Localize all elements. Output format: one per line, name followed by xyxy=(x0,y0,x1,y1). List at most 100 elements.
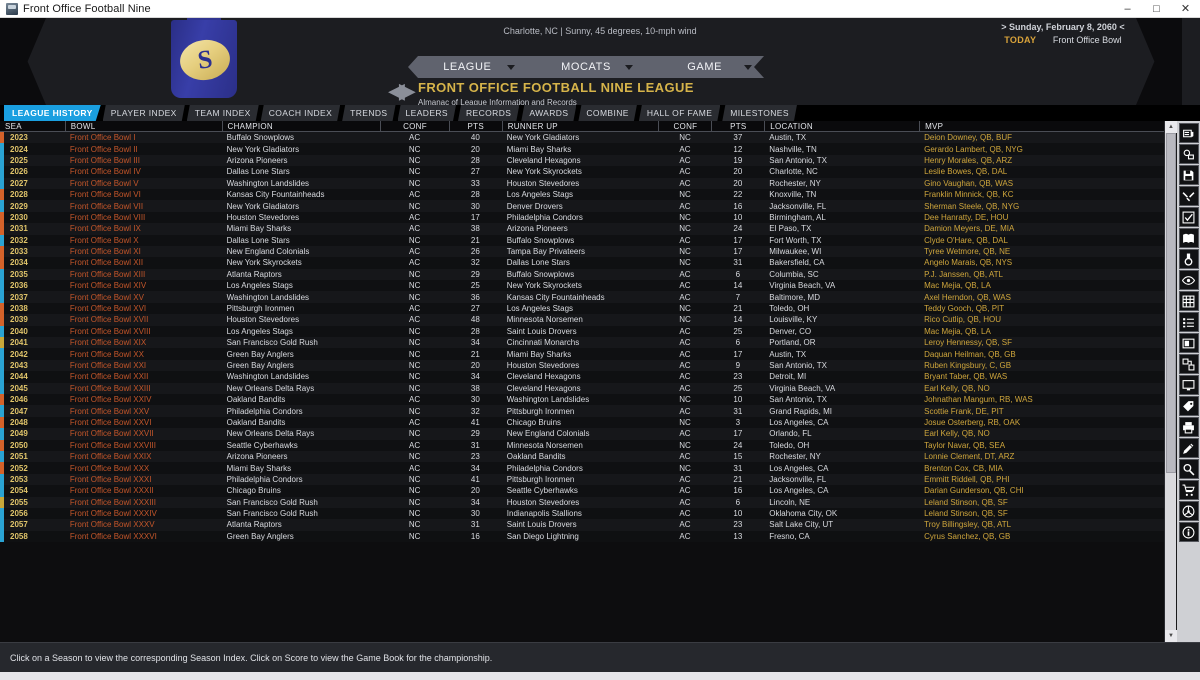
cell-pts-2[interactable]: 17 xyxy=(711,235,764,246)
checkbox-icon[interactable] xyxy=(1178,207,1199,227)
cell-pts-2[interactable]: 17 xyxy=(711,348,764,359)
cell-pts-2[interactable]: 22 xyxy=(711,189,764,200)
printer-icon[interactable] xyxy=(1178,417,1199,437)
table-row[interactable]: 2030 Front Office Bowl VIII Houston Steved… xyxy=(0,211,1164,224)
depth-chart-icon[interactable] xyxy=(1178,354,1199,374)
cell-pts-1[interactable]: 20 xyxy=(449,360,502,371)
cell-season[interactable]: 2040 xyxy=(0,326,65,337)
table-row[interactable]: 2049 Front Office Bowl XXVII New Orleans D… xyxy=(0,428,1164,440)
cell-pts-1[interactable]: 27 xyxy=(449,166,502,177)
cell-pts-1[interactable]: 38 xyxy=(449,223,502,234)
tab-milestones[interactable]: MILESTONES xyxy=(722,105,797,121)
cell-pts-2[interactable]: 7 xyxy=(711,291,764,302)
table-row[interactable]: 2036 Front Office Bowl XIV Los Angeles Sta… xyxy=(0,280,1164,292)
cell-pts-2[interactable]: 10 xyxy=(711,508,764,519)
info-icon[interactable] xyxy=(1178,522,1199,542)
cell-pts-1[interactable]: 30 xyxy=(449,200,502,211)
cell-pts-1[interactable]: 30 xyxy=(449,394,502,405)
cell-pts-2[interactable]: 14 xyxy=(711,280,764,291)
cell-pts-2[interactable]: 6 xyxy=(711,497,764,508)
cell-pts-2[interactable]: 24 xyxy=(711,440,764,451)
cell-pts-2[interactable]: 3 xyxy=(711,417,764,428)
cell-pts-2[interactable]: 16 xyxy=(711,485,764,496)
cell-pts-2[interactable]: 16 xyxy=(711,200,764,211)
cell-season[interactable]: 2023 xyxy=(0,132,65,143)
cell-pts-1[interactable]: 16 xyxy=(449,531,502,542)
eye-icon[interactable] xyxy=(1178,270,1199,290)
table-row[interactable]: 2055 Front Office Bowl XXXIII San Francisc… xyxy=(0,496,1164,508)
cell-pts-1[interactable]: 41 xyxy=(449,417,502,428)
table-row[interactable]: 2040 Front Office Bowl XVIII Los Angeles S… xyxy=(0,325,1164,338)
table-row[interactable]: 2029 Front Office Bowl VII New York Gladia… xyxy=(0,200,1164,212)
cell-pts-1[interactable]: 28 xyxy=(449,155,502,166)
minimize-button[interactable]: – xyxy=(1113,0,1142,17)
cell-season[interactable]: 2045 xyxy=(0,383,65,394)
cell-pts-2[interactable]: 31 xyxy=(711,405,764,416)
table-row[interactable]: 2024 Front Office Bowl II New York Gladiat… xyxy=(0,143,1164,155)
cell-pts-2[interactable]: 23 xyxy=(711,519,764,530)
cell-season[interactable]: 2042 xyxy=(0,348,65,359)
cell-season[interactable]: 2051 xyxy=(0,451,65,462)
cell-pts-2[interactable]: 24 xyxy=(711,223,764,234)
cell-pts-1[interactable]: 30 xyxy=(449,508,502,519)
table-row[interactable]: 2028 Front Office Bowl VI Kansas City Foun… xyxy=(0,188,1164,201)
cell-pts-2[interactable]: 25 xyxy=(711,383,764,394)
cell-season[interactable]: 2027 xyxy=(0,178,65,189)
cell-pts-1[interactable]: 25 xyxy=(449,280,502,291)
cell-pts-1[interactable]: 17 xyxy=(449,212,502,223)
cell-season[interactable]: 2024 xyxy=(0,143,65,154)
cell-pts-2[interactable]: 6 xyxy=(711,269,764,280)
cell-pts-1[interactable]: 34 xyxy=(449,371,502,382)
tab-coach-index[interactable]: COACH INDEX xyxy=(261,105,340,121)
tab-league-history[interactable]: LEAGUE HISTORY xyxy=(4,105,101,121)
table-row[interactable]: 2025 Front Office Bowl III Arizona Pioneer… xyxy=(0,154,1164,167)
col-header-pts-2[interactable]: PTS xyxy=(711,121,764,131)
cell-pts-2[interactable]: 17 xyxy=(711,246,764,257)
cell-season[interactable]: 2038 xyxy=(0,303,65,314)
cell-pts-2[interactable]: 20 xyxy=(711,166,764,177)
cell-pts-1[interactable]: 20 xyxy=(449,485,502,496)
tab-leaders[interactable]: LEADERS xyxy=(398,105,456,121)
cell-season[interactable]: 2057 xyxy=(0,519,65,530)
cell-pts-2[interactable]: 37 xyxy=(711,132,764,143)
cell-season[interactable]: 2037 xyxy=(0,291,65,302)
cell-pts-2[interactable]: 17 xyxy=(711,428,764,439)
cell-pts-2[interactable]: 31 xyxy=(711,257,764,268)
cell-pts-2[interactable]: 9 xyxy=(711,360,764,371)
cell-pts-1[interactable]: 36 xyxy=(449,291,502,302)
tab-team-index[interactable]: TEAM INDEX xyxy=(187,105,259,121)
cell-season[interactable]: 2031 xyxy=(0,223,65,234)
tab-trends[interactable]: TRENDS xyxy=(342,105,395,121)
cell-pts-1[interactable]: 21 xyxy=(449,235,502,246)
col-header-bowl[interactable]: BOWL xyxy=(64,121,222,131)
table-row[interactable]: 2043 Front Office Bowl XXI Green Bay Angle… xyxy=(0,359,1164,372)
cell-pts-1[interactable]: 23 xyxy=(449,451,502,462)
table-row[interactable]: 2045 Front Office Bowl XXIII New Orleans D… xyxy=(0,382,1164,394)
menu-mocats[interactable]: MOCATS xyxy=(527,56,646,78)
table-row[interactable]: 2058 Front Office Bowl XXXVI Green Bay Ang… xyxy=(0,530,1164,543)
table-row[interactable]: 2032 Front Office Bowl X Dallas Lone Stars… xyxy=(0,234,1164,246)
col-header-location[interactable]: LOCATION xyxy=(764,121,919,131)
cell-pts-1[interactable]: 34 xyxy=(449,497,502,508)
maximize-button[interactable]: □ xyxy=(1142,0,1171,17)
cell-pts-1[interactable]: 38 xyxy=(449,383,502,394)
table-row[interactable]: 2034 Front Office Bowl XII New York Skyroc… xyxy=(0,257,1164,269)
cell-pts-1[interactable]: 31 xyxy=(449,440,502,451)
cell-pts-1[interactable]: 48 xyxy=(449,314,502,325)
cell-pts-2[interactable]: 23 xyxy=(711,371,764,382)
table-row[interactable]: 2056 Front Office Bowl XXXIV San Francisco… xyxy=(0,507,1164,520)
cell-season[interactable]: 2050 xyxy=(0,440,65,451)
hierarchy-icon[interactable] xyxy=(1178,501,1199,521)
award-icon[interactable] xyxy=(1178,249,1199,269)
col-header-season[interactable]: SEA xyxy=(0,121,65,131)
cell-pts-1[interactable]: 28 xyxy=(449,189,502,200)
cell-pts-2[interactable]: 10 xyxy=(711,394,764,405)
table-row[interactable]: 2023 Front Office Bowl I Buffalo Snowplows… xyxy=(0,132,1164,144)
table-row[interactable]: 2048 Front Office Bowl XXVI Oakland Bandit… xyxy=(0,416,1164,429)
table-row[interactable]: 2038 Front Office Bowl XVI Pittsburgh Iron… xyxy=(0,302,1164,315)
table-row[interactable]: 2035 Front Office Bowl XIII Atlanta Raptor… xyxy=(0,268,1164,281)
cell-pts-2[interactable]: 6 xyxy=(711,337,764,348)
menu-league[interactable]: LEAGUE xyxy=(408,56,527,78)
tab-awards[interactable]: AWARDS xyxy=(521,105,576,121)
table-row[interactable]: 2053 Front Office Bowl XXXI Philadelphia C… xyxy=(0,473,1164,486)
